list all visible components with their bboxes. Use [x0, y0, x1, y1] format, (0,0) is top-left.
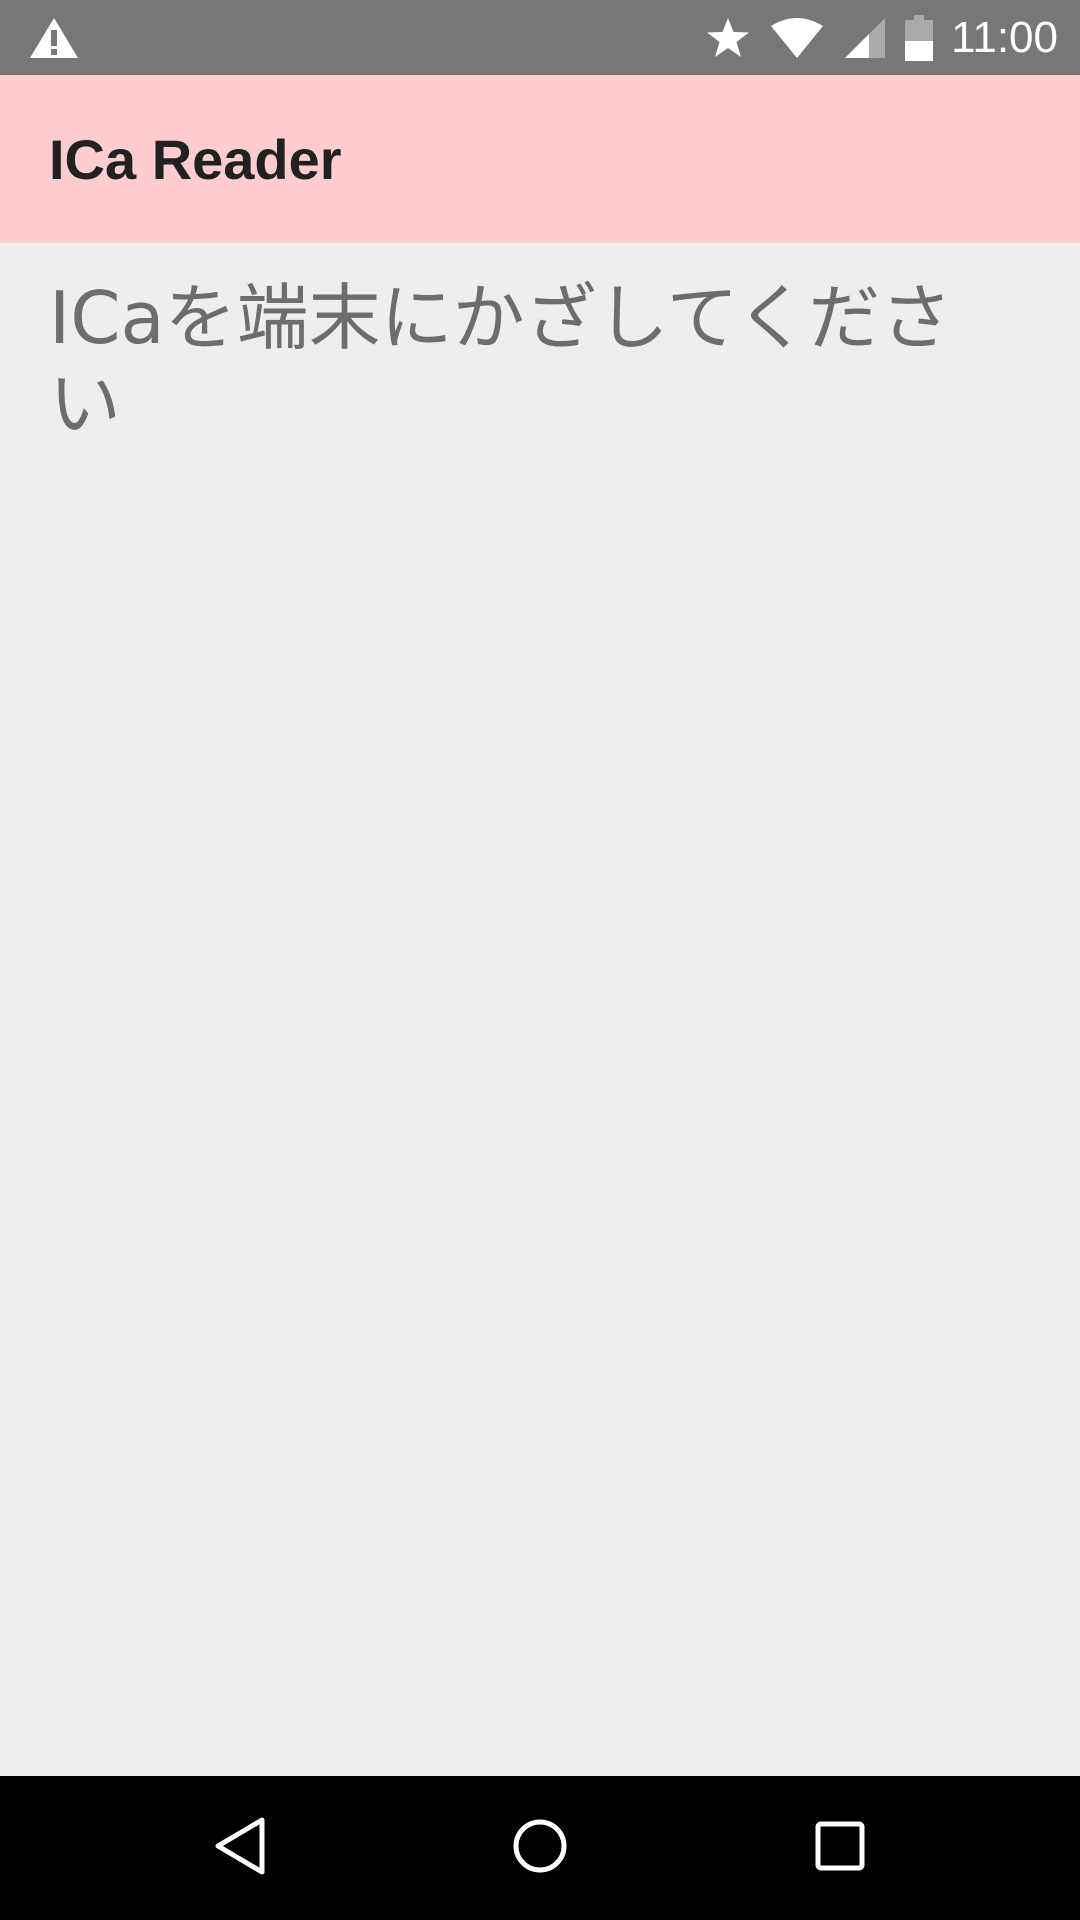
home-button[interactable]	[504, 1812, 576, 1884]
star-icon	[705, 16, 751, 60]
recents-button[interactable]	[804, 1812, 876, 1884]
main-content: ICaを端末にかざしてください	[0, 243, 1080, 1776]
battery-icon	[905, 14, 934, 61]
status-icons: 11:00	[705, 0, 1058, 75]
screen: 11:00 ICa Reader ICaを端末にかざしてください	[0, 0, 1080, 1920]
navigation-bar	[0, 1776, 1080, 1920]
home-icon	[510, 1816, 570, 1881]
wifi-icon	[769, 16, 825, 60]
status-bar: 11:00	[0, 0, 1080, 75]
instruction-message: ICaを端末にかざしてください	[49, 276, 953, 446]
warning-icon	[28, 14, 80, 62]
cell-signal-icon	[843, 16, 887, 60]
back-button[interactable]	[204, 1812, 276, 1884]
status-time: 11:00	[951, 12, 1058, 62]
back-icon	[210, 1814, 270, 1883]
app-title: ICa Reader	[49, 128, 342, 191]
app-bar: ICa Reader	[0, 75, 1080, 243]
recents-icon	[814, 1820, 866, 1877]
